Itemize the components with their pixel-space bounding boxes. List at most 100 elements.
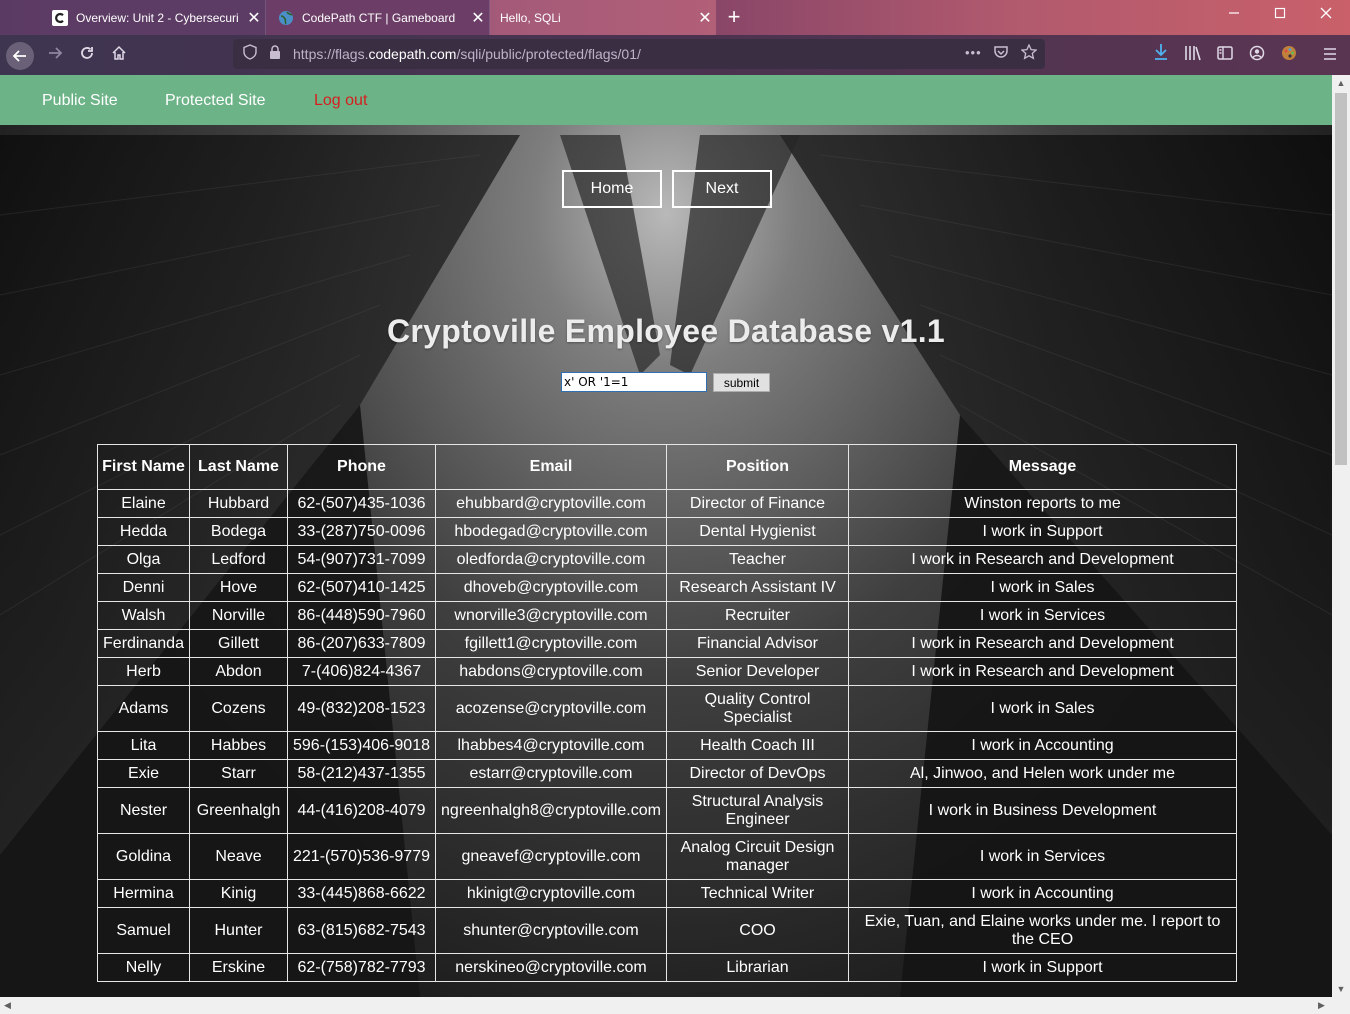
cell-phone: 596-(153)406-9018: [287, 731, 436, 760]
star-icon[interactable]: [1020, 43, 1038, 65]
tab-title: Overview: Unit 2 - Cybersecuri: [76, 10, 239, 25]
sidebar-icon[interactable]: [1212, 43, 1238, 67]
tab-title: CodePath CTF | Gameboard: [302, 10, 456, 25]
cell-last-name: Abdon: [189, 657, 288, 686]
cell-last-name: Cozens: [189, 685, 288, 732]
cell-message: I work in Sales: [848, 685, 1237, 732]
library-icon[interactable]: [1180, 43, 1206, 67]
cell-email: fgillett1@cryptoville.com: [435, 629, 667, 658]
maximize-icon[interactable]: [1265, 6, 1295, 24]
cell-first-name: Samuel: [97, 907, 190, 954]
forward-icon[interactable]: [42, 43, 68, 67]
cell-message: I work in Services: [848, 833, 1237, 880]
table-row: Herb Abdon 7-(406)824-4367 habdons@cryptovi…: [97, 657, 1237, 686]
submit-button[interactable]: submit: [713, 373, 770, 392]
cell-message: Winston reports to me: [848, 489, 1237, 518]
back-icon[interactable]: [6, 42, 34, 70]
browser-toolbar: https://flags.codepath.com/sqli/public/p…: [0, 35, 1350, 75]
tab-close-icon[interactable]: ✕: [694, 8, 716, 28]
cell-message: I work in Sales: [848, 573, 1237, 602]
scroll-up-icon[interactable]: ▲: [1332, 78, 1350, 88]
cell-message: I work in Support: [848, 953, 1237, 982]
cell-last-name: Hove: [189, 573, 288, 602]
cell-message: I work in Accounting: [848, 731, 1237, 760]
cell-email: hbodegad@cryptoville.com: [435, 517, 667, 546]
cell-position: Senior Developer: [666, 657, 849, 686]
cell-first-name: Denni: [97, 573, 190, 602]
url-path: /sqli/public/protected/flags/01/: [456, 46, 641, 62]
page-viewport: Public Site Protected Site Log out Home …: [0, 75, 1332, 997]
cell-email: acozense@cryptoville.com: [435, 685, 667, 732]
cell-last-name: Bodega: [189, 517, 288, 546]
table-row: Elaine Hubbard 62-(507)435-1036 ehubbard@cr…: [97, 489, 1237, 518]
search-input[interactable]: x' OR '1=1: [561, 372, 707, 392]
cell-phone: 44-(416)208-4079: [287, 787, 436, 834]
minimize-icon[interactable]: [1219, 6, 1249, 24]
home-icon[interactable]: [106, 43, 132, 67]
cell-first-name: Goldina: [97, 833, 190, 880]
url-text[interactable]: https://flags.codepath.com/sqli/public/p…: [293, 46, 641, 62]
cell-position: Dental Hygienist: [666, 517, 849, 546]
scroll-right-icon[interactable]: ▶: [1318, 1000, 1325, 1011]
table-row: Nester Greenhalgh 44-(416)208-4079 ngreenha…: [97, 787, 1237, 834]
tab-gameboard[interactable]: CodePath CTF | Gameboard ✕: [266, 0, 490, 35]
cell-first-name: Hermina: [97, 879, 190, 908]
reload-icon[interactable]: [74, 43, 100, 67]
cell-first-name: Exie: [97, 759, 190, 788]
scroll-down-icon[interactable]: ▼: [1332, 984, 1350, 994]
tab-overview[interactable]: Overview: Unit 2 - Cybersecuri ✕: [40, 0, 266, 35]
cell-position: Analog Circuit Design manager: [666, 833, 849, 880]
tab-close-icon[interactable]: ✕: [243, 8, 265, 28]
cell-phone: 86-(207)633-7809: [287, 629, 436, 658]
cell-phone: 33-(445)868-6622: [287, 879, 436, 908]
nav-protected-site[interactable]: Protected Site: [165, 92, 266, 110]
tab-bar: Overview: Unit 2 - Cybersecuri ✕ CodePat…: [0, 0, 1350, 35]
vertical-scrollbar[interactable]: ▲ ▼: [1332, 75, 1350, 997]
cell-email: habdons@cryptoville.com: [435, 657, 667, 686]
table-row: Olga Ledford 54-(907)731-7099 oledforda@cry…: [97, 545, 1237, 574]
url-prefix: https://flags.: [293, 46, 369, 62]
scrollbar-thumb[interactable]: [1335, 93, 1347, 465]
cell-phone: 7-(406)824-4367: [287, 657, 436, 686]
account-icon[interactable]: [1244, 43, 1270, 67]
tab-hello-sqli[interactable]: Hello, SQLi ✕: [490, 0, 716, 35]
cell-first-name: Nelly: [97, 953, 190, 982]
tab-close-icon[interactable]: ✕: [467, 8, 489, 28]
cell-last-name: Habbes: [189, 731, 288, 760]
home-button[interactable]: Home: [562, 170, 662, 208]
cell-email: hkinigt@cryptoville.com: [435, 879, 667, 908]
page-title: Cryptoville Employee Database v1.1: [387, 313, 945, 349]
table-row: Samuel Hunter 63-(815)682-7543 shunter@cryp…: [97, 907, 1237, 954]
horizontal-scrollbar[interactable]: ◀ ▶: [0, 997, 1332, 1014]
url-host: codepath.com: [368, 46, 457, 62]
download-icon[interactable]: [1148, 43, 1174, 67]
cell-first-name: Olga: [97, 545, 190, 574]
scroll-left-icon[interactable]: ◀: [4, 1000, 11, 1011]
cell-email: lhabbes4@cryptoville.com: [435, 731, 667, 760]
pocket-icon[interactable]: [993, 44, 1009, 65]
address-bar[interactable]: https://flags.codepath.com/sqli/public/p…: [233, 39, 1045, 69]
new-tab-button[interactable]: +: [722, 4, 746, 30]
page-actions-icon[interactable]: •••: [965, 45, 982, 60]
next-button[interactable]: Next: [672, 170, 772, 208]
nav-public-site[interactable]: Public Site: [42, 92, 118, 110]
cell-phone: 63-(815)682-7543: [287, 907, 436, 954]
nav-logout[interactable]: Log out: [314, 92, 367, 110]
cell-position: Financial Advisor: [666, 629, 849, 658]
menu-icon[interactable]: [1317, 43, 1343, 67]
cell-position: Quality Control Specialist: [666, 685, 849, 732]
shield-icon[interactable]: [243, 44, 257, 65]
cell-message: I work in Research and Development: [848, 545, 1237, 574]
close-window-icon[interactable]: [1311, 6, 1341, 24]
cell-email: ehubbard@cryptoville.com: [435, 489, 667, 518]
cell-last-name: Neave: [189, 833, 288, 880]
cell-position: Director of DevOps: [666, 759, 849, 788]
palette-icon[interactable]: [1276, 43, 1302, 67]
header-last-name: Last Name: [189, 444, 288, 490]
lock-icon[interactable]: [269, 44, 281, 65]
table-header-row: First Name Last Name Phone Email Positio…: [97, 444, 1237, 490]
cell-last-name: Greenhalgh: [189, 787, 288, 834]
table-row: Hedda Bodega 33-(287)750-0096 hbodegad@cryp…: [97, 517, 1237, 546]
table-row: Ferdinanda Gillett 86-(207)633-7809 fgillet…: [97, 629, 1237, 658]
cell-last-name: Gillett: [189, 629, 288, 658]
